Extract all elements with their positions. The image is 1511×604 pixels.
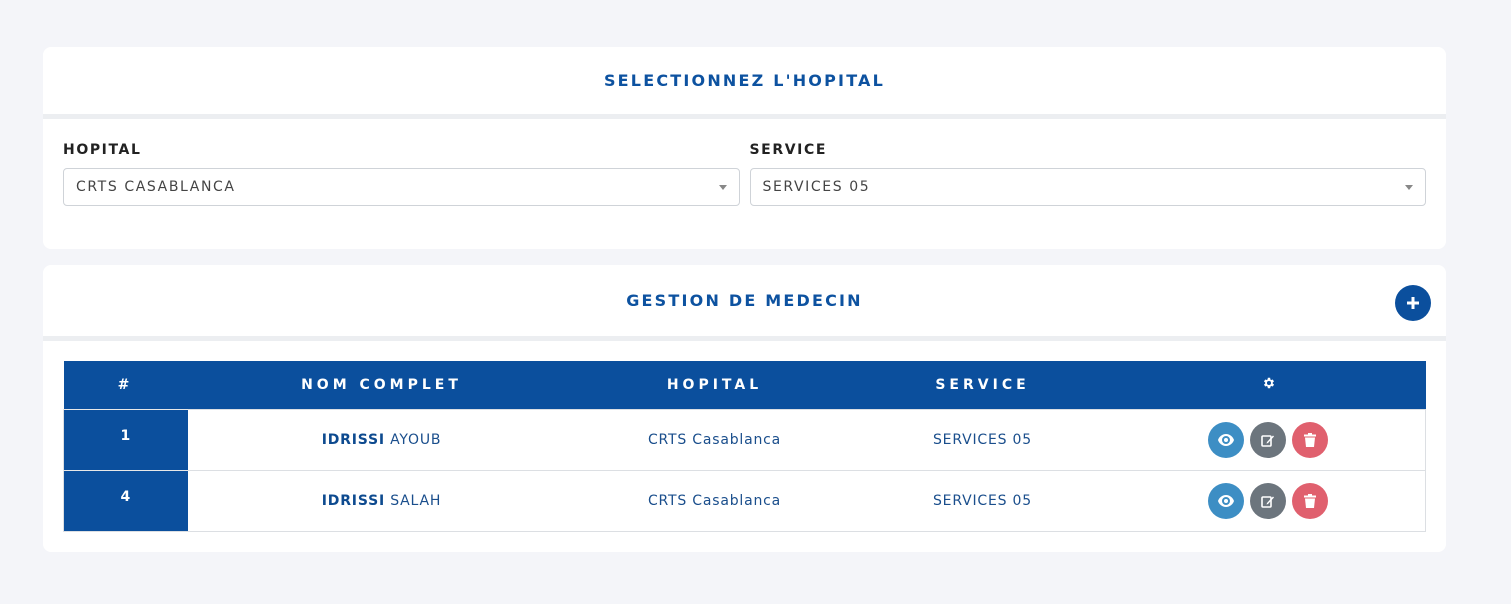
service-select-group: SERVICE SERVICES 05: [749, 142, 1426, 206]
row-number: 1: [63, 408, 188, 470]
selectors-row: HOPITAL CRTS CASABLANCA SERVICE SERVICES…: [43, 142, 1446, 206]
eye-icon: [1218, 433, 1235, 446]
row-first-name: AYOUB: [390, 431, 442, 448]
edit-button[interactable]: [1250, 482, 1287, 519]
service-label: SERVICE: [749, 142, 828, 158]
table-header: # NOM COMPLET HOPITAL SERVICE: [63, 361, 1426, 409]
hospital-label: HOPITAL: [63, 142, 142, 158]
service-select-value: SERVICES 05: [762, 179, 871, 195]
chevron-down-icon: [1405, 184, 1413, 190]
plus-icon: [1407, 297, 1419, 309]
view-button[interactable]: [1208, 482, 1245, 519]
column-header-num: #: [117, 376, 134, 393]
hospital-select[interactable]: CRTS CASABLANCA: [63, 168, 740, 206]
medecin-table-wrap: # NOM COMPLET HOPITAL SERVICE 1 IDRISSI: [63, 361, 1426, 532]
column-header-service: SERVICE: [935, 376, 1030, 393]
edit-icon: [1261, 434, 1275, 447]
row-hopital: CRTS Casablanca: [575, 469, 854, 531]
hospital-select-card: SELECTIONNEZ L'HOPITAL HOPITAL CRTS CASA…: [43, 47, 1446, 249]
delete-button[interactable]: [1292, 482, 1329, 519]
row-service: SERVICES 05: [853, 469, 1112, 531]
view-button[interactable]: [1208, 421, 1245, 458]
edit-button[interactable]: [1250, 421, 1287, 458]
service-select[interactable]: SERVICES 05: [749, 168, 1426, 206]
hospital-select-value: CRTS CASABLANCA: [76, 179, 236, 195]
column-header-name: NOM COMPLET: [301, 376, 462, 393]
column-header-hopital: HOPITAL: [666, 376, 763, 393]
chevron-down-icon: [718, 184, 727, 190]
eye-icon: [1218, 494, 1235, 507]
row-last-name: IDRISSI: [321, 431, 385, 448]
row-name: IDRISSI AYOUB: [187, 408, 576, 470]
hospital-select-group: HOPITAL CRTS CASABLANCA: [63, 142, 740, 206]
row-actions: [1111, 408, 1426, 470]
row-hopital: CRTS Casablanca: [575, 408, 854, 470]
table-row: 4 IDRISSI SALAH CRTS Casablanca SERVICES…: [63, 469, 1426, 531]
row-number: 4: [63, 469, 188, 531]
row-last-name: IDRISSI: [321, 492, 385, 509]
hospital-card-title: SELECTIONNEZ L'HOPITAL: [603, 71, 886, 90]
delete-button[interactable]: [1292, 421, 1329, 458]
row-name: IDRISSI SALAH: [187, 469, 576, 531]
medecin-table: # NOM COMPLET HOPITAL SERVICE 1 IDRISSI: [63, 361, 1426, 532]
medecin-card-title: GESTION DE MEDECIN: [626, 291, 863, 310]
medecin-card-header: GESTION DE MEDECIN: [43, 265, 1446, 341]
medecin-management-card: GESTION DE MEDECIN # NOM COMPLET HOPITAL: [43, 265, 1446, 552]
row-actions: [1111, 469, 1426, 531]
table-row: 1 IDRISSI AYOUB CRTS Casablanca SERVICES…: [63, 408, 1426, 470]
gear-icon: [1263, 377, 1274, 388]
edit-icon: [1261, 495, 1275, 508]
column-header-actions: [1112, 361, 1426, 409]
hospital-card-header: SELECTIONNEZ L'HOPITAL: [43, 47, 1446, 119]
add-medecin-button[interactable]: [1395, 285, 1431, 321]
row-service: SERVICES 05: [853, 408, 1112, 470]
trash-icon: [1304, 493, 1317, 508]
row-first-name: SALAH: [390, 492, 442, 509]
trash-icon: [1304, 432, 1317, 447]
